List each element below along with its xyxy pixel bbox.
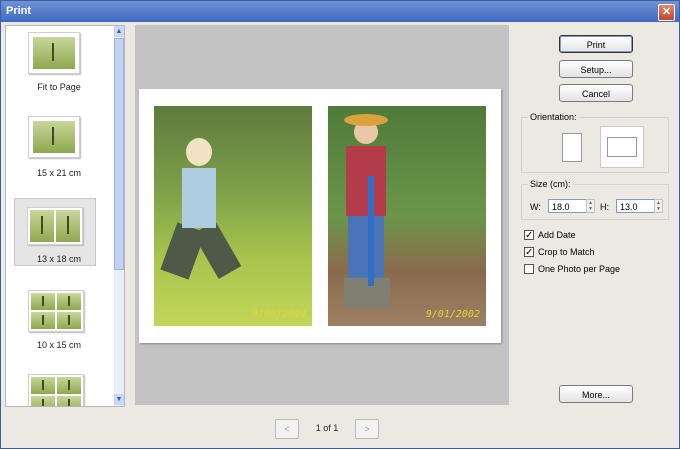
- thumb-photo: [33, 37, 75, 69]
- thumb-photo: [30, 210, 54, 242]
- portrait-orientation-button[interactable]: [562, 133, 582, 162]
- landscape-orientation-button[interactable]: [600, 126, 644, 168]
- photo-figure: [344, 278, 390, 308]
- scroll-thumb[interactable]: [114, 38, 124, 270]
- one-photo-per-page-label: One Photo per Page: [538, 264, 621, 274]
- thumb-photo: [56, 210, 80, 242]
- thumb-page: [28, 116, 80, 158]
- checkbox-checked-icon[interactable]: ✓: [524, 247, 534, 258]
- width-label: W:: [530, 202, 541, 212]
- thumb-photo: [31, 396, 55, 406]
- close-icon[interactable]: ✕: [658, 4, 675, 21]
- photo-date-stamp: 9/01/2002: [425, 309, 480, 320]
- thumb-photo: [33, 121, 75, 153]
- layout-thumb: [14, 288, 94, 336]
- sidebar-scrollbar[interactable]: ▲ ▼: [114, 26, 124, 406]
- width-input[interactable]: 18.0: [548, 199, 588, 213]
- size-label: Size (cm):: [528, 179, 573, 189]
- thumb-page: [28, 374, 84, 406]
- photo-figure: [192, 220, 242, 280]
- cancel-button[interactable]: Cancel: [559, 84, 633, 102]
- height-input[interactable]: 13.0: [616, 199, 656, 213]
- height-label: H:: [600, 202, 609, 212]
- layout-thumb: [14, 372, 94, 406]
- photo-figure: [348, 214, 384, 284]
- title-bar[interactable]: Print ✕: [1, 1, 679, 22]
- photo-figure: [182, 168, 216, 228]
- page-navigator: 1 of 1 < >: [275, 419, 379, 439]
- scroll-up-icon[interactable]: ▲: [114, 26, 124, 37]
- layout-label: Fit to Page: [37, 82, 81, 92]
- width-spinner[interactable]: ▲ ▼: [586, 199, 595, 213]
- checkbox-unchecked-icon[interactable]: [524, 264, 534, 274]
- orientation-group: Orientation:: [521, 112, 669, 173]
- layout-thumbnail-list[interactable]: Fit to Page 15 x 21 cm 13 x 18 cm 10 x 1…: [5, 25, 125, 407]
- thumb-page: [28, 290, 84, 332]
- print-dialog: Print ✕ Fit to Page 15 x 21 cm 13 x 18 c…: [0, 0, 680, 449]
- prev-page-button[interactable]: <: [275, 419, 299, 439]
- photo-figure: [344, 114, 388, 126]
- thumb-page: [27, 207, 83, 245]
- orientation-label: Orientation:: [528, 112, 579, 122]
- layout-label: 15 x 21 cm: [36, 168, 82, 178]
- photo-date-stamp: 9/06/2004: [251, 309, 306, 320]
- thumb-page: [28, 32, 80, 74]
- layout-thumb: [14, 112, 94, 160]
- thumb-photo: [57, 377, 81, 394]
- more-button[interactable]: More...: [559, 385, 633, 403]
- window-title: Print: [6, 5, 32, 17]
- thumb-photo: [31, 377, 55, 394]
- size-group: Size (cm): W: 18.0 ▲ ▼ H: 13.0 ▲ ▼: [521, 179, 669, 220]
- preview-page: 9/06/2004 9/01/2002: [139, 89, 501, 343]
- landscape-icon: [607, 137, 637, 157]
- scroll-down-icon[interactable]: ▼: [114, 394, 124, 405]
- photo-garden-child: 9/01/2002: [328, 106, 486, 326]
- thumb-photo: [31, 293, 55, 310]
- photo-figure: [368, 176, 374, 286]
- photo-running-boy: 9/06/2004: [154, 106, 312, 326]
- photo-figure: [186, 138, 212, 166]
- layout-thumb: [14, 30, 94, 78]
- height-spinner[interactable]: ▲ ▼: [654, 199, 663, 213]
- checkbox-checked-icon[interactable]: ✓: [524, 230, 534, 241]
- thumb-photo: [31, 312, 55, 329]
- thumb-photo: [57, 312, 81, 329]
- setup-button[interactable]: Setup...: [559, 60, 633, 78]
- thumb-photo: [57, 293, 81, 310]
- print-button[interactable]: Print: [559, 35, 633, 53]
- photo-figure: [346, 146, 386, 216]
- add-date-label: Add Date: [538, 230, 576, 240]
- print-preview: 9/06/2004 9/01/2002: [135, 25, 509, 405]
- layout-label: 10 x 15 cm: [36, 340, 82, 350]
- layout-label: 13 x 18 cm: [36, 254, 82, 264]
- next-page-button[interactable]: >: [355, 419, 379, 439]
- crop-to-match-label: Crop to Match: [538, 247, 595, 257]
- thumb-photo: [57, 396, 81, 406]
